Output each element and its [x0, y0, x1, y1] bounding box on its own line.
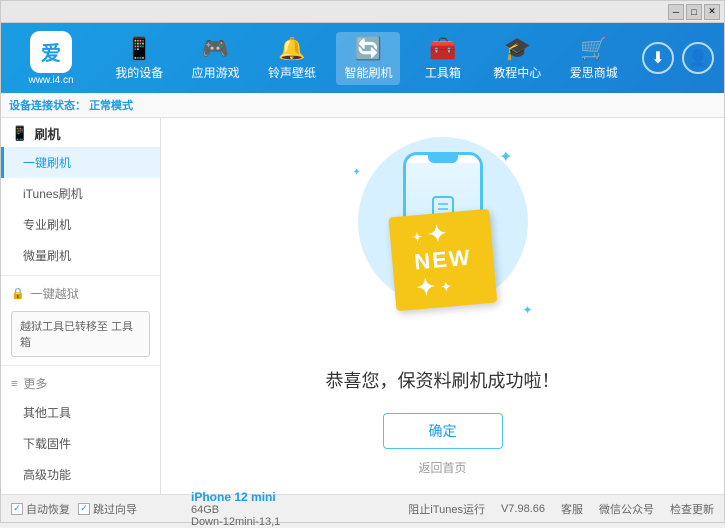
device-status-value: 正常模式	[89, 100, 133, 112]
apps-games-label: 应用游戏	[192, 64, 240, 81]
ringtones-label: 铃声壁纸	[268, 64, 316, 81]
device-status-bar: 设备连接状态： 正常模式	[1, 93, 724, 118]
divider-1	[1, 275, 160, 276]
logo-url: www.i4.cn	[28, 75, 73, 86]
store-icon: 🛒	[580, 36, 607, 62]
tutorials-icon: 🎓	[504, 36, 531, 62]
nav-my-device[interactable]: 📱 我的设备	[107, 32, 171, 85]
minimize-btn[interactable]: ─	[668, 4, 684, 20]
success-illustration: ✦ NEW ✦ ✦ ✦ ✦	[343, 137, 543, 357]
toolbox-icon: 🧰	[429, 36, 456, 62]
flash-section-label: 刷机	[34, 124, 60, 143]
apps-games-icon: 🎮	[202, 36, 229, 62]
micro-flash-label: 微量刷机	[23, 249, 71, 263]
user-button[interactable]: 👤	[682, 42, 714, 74]
header: 爱 www.i4.cn 📱 我的设备 🎮 应用游戏 🔔 铃声壁纸 🔄 智能刷机 …	[1, 23, 724, 93]
flash-section-header: 📱 刷机	[1, 118, 160, 147]
auto-connect-checkbox[interactable]: ✓ 自动恢复	[11, 501, 70, 517]
device-storage: 64GB	[191, 504, 300, 516]
auto-connect-check-icon: ✓	[11, 503, 23, 515]
support-link[interactable]: 客服	[561, 501, 583, 517]
status-bar: ✓ 自动恢复 ✓ 跳过向导 iPhone 12 mini 64GB Down-1…	[1, 494, 724, 522]
status-left: ✓ 自动恢复 ✓ 跳过向导	[11, 501, 181, 517]
more-icon: ≡	[11, 378, 17, 390]
version-text: V7.98.66	[501, 503, 545, 515]
sidebar-item-download-firmware[interactable]: 下载固件	[1, 428, 160, 459]
sparkle-2: ✦	[353, 167, 361, 178]
jailbreak-locked-text: 越狱工具已转移至 工具箱	[20, 321, 133, 349]
nav-tutorials[interactable]: 🎓 教程中心	[485, 32, 549, 85]
success-text: 恭喜您，保资料刷机成功啦！	[326, 367, 560, 393]
device-status-label: 设备连接状态：	[9, 100, 86, 112]
nav-toolbox[interactable]: 🧰 工具箱	[413, 32, 473, 85]
nav-smart-flash[interactable]: 🔄 智能刷机	[336, 32, 400, 85]
main-content: ✦ NEW ✦ ✦ ✦ ✦ 恭喜您，保资料刷机成功啦！ 确定 返回首页	[161, 118, 724, 494]
store-label: 爱思商城	[570, 64, 618, 81]
more-label: 更多	[23, 375, 47, 392]
jailbreak-locked-box: 越狱工具已转移至 工具箱	[11, 311, 150, 357]
itunes-flash-label: iTunes刷机	[23, 187, 83, 201]
advanced-label: 高级功能	[23, 468, 71, 482]
tutorials-label: 教程中心	[493, 64, 541, 81]
sidebar-item-one-key-flash[interactable]: 一键刷机	[1, 147, 160, 178]
sidebar-item-itunes-flash[interactable]: iTunes刷机	[1, 178, 160, 209]
sidebar: 📱 刷机 一键刷机 iTunes刷机 专业刷机 微量刷机 🔒 一键越狱	[1, 118, 161, 494]
sidebar-item-pro-flash[interactable]: 专业刷机	[1, 209, 160, 240]
ringtones-icon: 🔔	[278, 36, 305, 62]
nav-apps-games[interactable]: 🎮 应用游戏	[184, 32, 248, 85]
download-button[interactable]: ⬇	[642, 42, 674, 74]
skip-wizard-label: 跳过向导	[93, 501, 137, 517]
new-badge: ✦ NEW ✦	[388, 208, 497, 310]
auto-connect-label: 自动恢复	[26, 501, 70, 517]
my-device-label: 我的设备	[115, 64, 163, 81]
device-info: iPhone 12 mini 64GB Down-12mini-13,1	[181, 490, 300, 528]
flash-section-icon: 📱	[11, 125, 28, 142]
sparkle-3: ✦	[522, 303, 532, 317]
my-device-icon: 📱	[126, 36, 153, 62]
nav-ringtones[interactable]: 🔔 铃声壁纸	[260, 32, 324, 85]
status-right: 阻止iTunes运行 V7.98.66 客服 微信公众号 检查更新	[408, 501, 714, 517]
confirm-button[interactable]: 确定	[383, 413, 503, 449]
go-home-link[interactable]: 返回首页	[418, 459, 466, 476]
other-tools-label: 其他工具	[23, 406, 71, 420]
wechat-link[interactable]: 微信公众号	[599, 501, 654, 517]
title-bar: ─ □ ✕	[1, 1, 724, 23]
skip-wizard-checkbox[interactable]: ✓ 跳过向导	[78, 501, 137, 517]
check-update-link[interactable]: 检查更新	[670, 501, 714, 517]
logo-icon: 爱	[30, 31, 72, 73]
smart-flash-icon: 🔄	[355, 36, 382, 62]
app-window: ─ □ ✕ 爱 www.i4.cn 📱 我的设备 🎮 应用游戏 🔔 铃声壁纸 🔄	[0, 0, 725, 523]
sidebar-item-advanced[interactable]: 高级功能	[1, 459, 160, 490]
phone-notch	[428, 155, 458, 163]
divider-2	[1, 365, 160, 366]
jailbreak-icon: 🔒	[11, 287, 25, 300]
smart-flash-label: 智能刷机	[344, 64, 392, 81]
jailbreak-label: 一键越狱	[31, 285, 79, 302]
toolbox-label: 工具箱	[425, 64, 461, 81]
content-area: 📱 刷机 一键刷机 iTunes刷机 专业刷机 微量刷机 🔒 一键越狱	[1, 118, 724, 494]
more-section-header: ≡ 更多	[1, 370, 160, 397]
jailbreak-section-header: 🔒 一键越狱	[1, 280, 160, 307]
pro-flash-label: 专业刷机	[23, 218, 71, 232]
maximize-btn[interactable]: □	[686, 4, 702, 20]
itunes-status[interactable]: 阻止iTunes运行	[408, 501, 485, 517]
sparkle-1: ✦	[499, 147, 512, 167]
sidebar-item-other-tools[interactable]: 其他工具	[1, 397, 160, 428]
logo: 爱 www.i4.cn	[11, 31, 91, 86]
nav-bar: 📱 我的设备 🎮 应用游戏 🔔 铃声壁纸 🔄 智能刷机 🧰 工具箱 🎓	[101, 32, 632, 85]
skip-wizard-check-icon: ✓	[78, 503, 90, 515]
sidebar-item-micro-flash[interactable]: 微量刷机	[1, 240, 160, 271]
device-name: iPhone 12 mini	[191, 490, 300, 504]
nav-store[interactable]: 🛒 爱思商城	[562, 32, 626, 85]
header-right: ⬇ 👤	[642, 42, 714, 74]
device-model: Down-12mini-13,1	[191, 516, 300, 528]
one-key-flash-label: 一键刷机	[23, 156, 71, 170]
close-btn[interactable]: ✕	[704, 4, 720, 20]
download-firmware-label: 下载固件	[23, 437, 71, 451]
